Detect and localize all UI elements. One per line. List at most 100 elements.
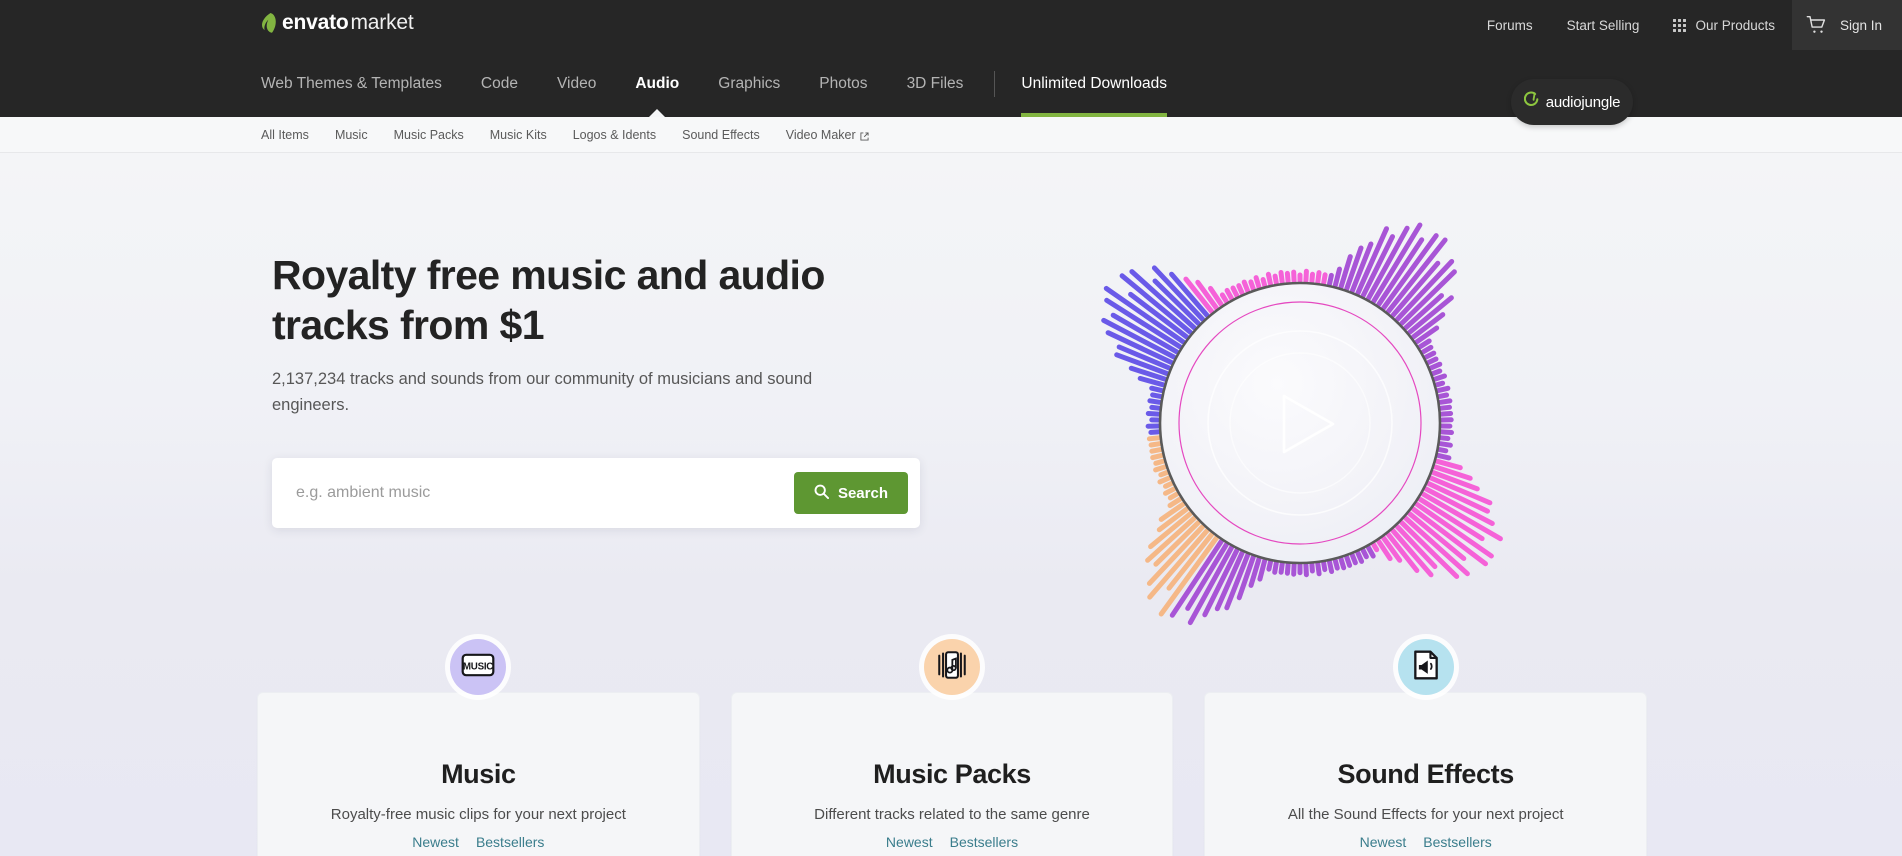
music-pack-icon	[935, 649, 969, 686]
wave-bar	[1440, 395, 1447, 396]
card-sound-effects-title: Sound Effects	[1225, 759, 1626, 790]
subnav-item-video-maker[interactable]: Video Maker	[786, 128, 869, 142]
wave-bar	[1420, 341, 1429, 347]
topnav-start-selling[interactable]: Start Selling	[1550, 0, 1657, 50]
nav-item-audio-label: Audio	[635, 75, 679, 93]
grid-icon	[1673, 19, 1686, 32]
nav-item-photos[interactable]: Photos	[819, 50, 867, 117]
card-sound-effects[interactable]: Sound Effects All the Sound Effects for …	[1204, 692, 1647, 856]
wave-bar	[1335, 269, 1339, 285]
wave-bar	[1441, 444, 1451, 446]
card-music-icon-ring: MUSIC	[450, 639, 506, 695]
sign-in-link[interactable]: Sign In	[1840, 18, 1882, 33]
top-utility-nav: Forums Start Selling Our Products Sign I…	[1470, 0, 1902, 50]
external-link-icon	[860, 130, 869, 139]
card-music-link-bestsellers[interactable]: Bestsellers	[476, 834, 544, 850]
card-music-links: Newest Bestsellers	[278, 834, 679, 850]
subnav-item-sound-effects[interactable]: Sound Effects	[682, 128, 760, 142]
wave-bar	[1441, 407, 1449, 408]
card-music-desc: Royalty-free music clips for your next p…	[278, 806, 679, 823]
wave-bar	[1260, 561, 1265, 580]
audiojungle-logo-icon	[1524, 91, 1540, 113]
wave-bar	[1335, 561, 1337, 569]
wave-bar	[1441, 401, 1450, 402]
card-sound-effects-link-bestsellers[interactable]: Bestsellers	[1423, 834, 1491, 850]
topnav-our-products[interactable]: Our Products	[1656, 0, 1792, 50]
card-music-packs[interactable]: Music Packs Different tracks related to …	[731, 692, 1174, 856]
wave-bar	[1152, 450, 1161, 452]
hero-subtitle: 2,137,234 tracks and sounds from our com…	[272, 366, 872, 418]
card-sound-effects-link-newest[interactable]: Newest	[1360, 834, 1407, 850]
card-music-packs-link-newest[interactable]: Newest	[886, 834, 933, 850]
logo-text-market: market	[351, 11, 414, 35]
wave-bar	[1306, 271, 1307, 281]
wave-bar	[1166, 484, 1172, 487]
card-music-packs-desc: Different tracks related to the same gen…	[752, 806, 1153, 823]
wave-bar	[1435, 376, 1444, 379]
topnav-forums[interactable]: Forums	[1470, 0, 1550, 50]
subnav-item-logos-idents[interactable]: Logos & Idents	[573, 128, 656, 142]
wave-bar	[1160, 478, 1169, 482]
logo-text-envato: envato	[282, 11, 349, 35]
nav-item-web-themes[interactable]: Web Themes & Templates	[261, 50, 442, 117]
nav-item-audio[interactable]: Audio	[635, 50, 679, 117]
nav-item-code[interactable]: Code	[481, 50, 518, 117]
wave-bar	[1150, 401, 1160, 403]
wave-bar	[1156, 467, 1165, 470]
search-input[interactable]	[296, 484, 794, 502]
wave-bar	[1306, 565, 1307, 575]
wave-bar	[1153, 455, 1162, 457]
wave-bar	[1330, 275, 1332, 284]
envato-leaf-icon	[261, 13, 277, 33]
wave-bar	[1244, 282, 1248, 291]
wave-bar	[1275, 563, 1277, 572]
subnav-item-all-items[interactable]: All Items	[261, 128, 309, 142]
wave-bar	[1156, 461, 1163, 463]
wave-bar	[1287, 273, 1288, 281]
nav-item-graphics[interactable]: Graphics	[718, 50, 780, 117]
wave-bar	[1161, 473, 1167, 475]
wave-bar	[1170, 494, 1177, 498]
cart-icon[interactable]	[1806, 14, 1828, 36]
nav-item-video[interactable]: Video	[557, 50, 596, 117]
wave-bar	[1153, 395, 1161, 397]
audiojungle-badge[interactable]: audiojungle	[1511, 79, 1633, 125]
hero-title-line-2: tracks from $1	[272, 300, 912, 350]
subnav-item-music[interactable]: Music	[335, 128, 368, 142]
hero-text-block: Royalty free music and audio tracks from…	[272, 250, 912, 418]
cart-and-signin-zone[interactable]: Sign In	[1792, 0, 1902, 50]
search-button-label: Search	[838, 485, 888, 502]
active-nav-caret-icon	[649, 109, 665, 117]
card-sound-effects-desc: All the Sound Effects for your next proj…	[1225, 806, 1626, 823]
wave-bar	[1363, 550, 1366, 557]
wave-bar	[1239, 286, 1242, 294]
wave-bar	[1222, 295, 1226, 302]
wave-bar	[1341, 559, 1344, 568]
wave-bar	[1318, 564, 1319, 574]
nav-item-3d-files[interactable]: 3D Files	[907, 50, 964, 117]
wave-bar	[1440, 450, 1446, 451]
search-icon	[814, 484, 829, 503]
wave-bar	[1330, 562, 1332, 572]
wave-bar	[1437, 383, 1443, 385]
wave-bar	[1287, 565, 1288, 574]
main-nav-items: Web Themes & Templates Code Video Audio …	[261, 50, 1167, 117]
subnav-item-music-kits[interactable]: Music Kits	[490, 128, 547, 142]
wave-bar	[1263, 280, 1265, 286]
card-music-packs-link-bestsellers[interactable]: Bestsellers	[950, 834, 1018, 850]
card-music-link-newest[interactable]: Newest	[412, 834, 459, 850]
search-button[interactable]: Search	[794, 472, 908, 514]
wave-bar	[1352, 555, 1355, 563]
envato-market-logo[interactable]: envato market	[261, 11, 413, 35]
card-music[interactable]: MUSIC Music Royalty-free music clips for…	[257, 692, 700, 856]
wave-bar	[1227, 290, 1232, 298]
wave-bar	[1268, 274, 1270, 284]
nav-item-unlimited-downloads[interactable]: Unlimited Downloads	[1021, 50, 1167, 117]
wave-bar	[1374, 545, 1377, 550]
wave-bar	[1151, 444, 1159, 445]
wave-bar	[1148, 414, 1158, 415]
nav-divider	[994, 71, 995, 97]
audio-wave-svg	[1035, 158, 1565, 688]
subnav-item-music-packs[interactable]: Music Packs	[394, 128, 464, 142]
card-music-packs-links: Newest Bestsellers	[752, 834, 1153, 850]
